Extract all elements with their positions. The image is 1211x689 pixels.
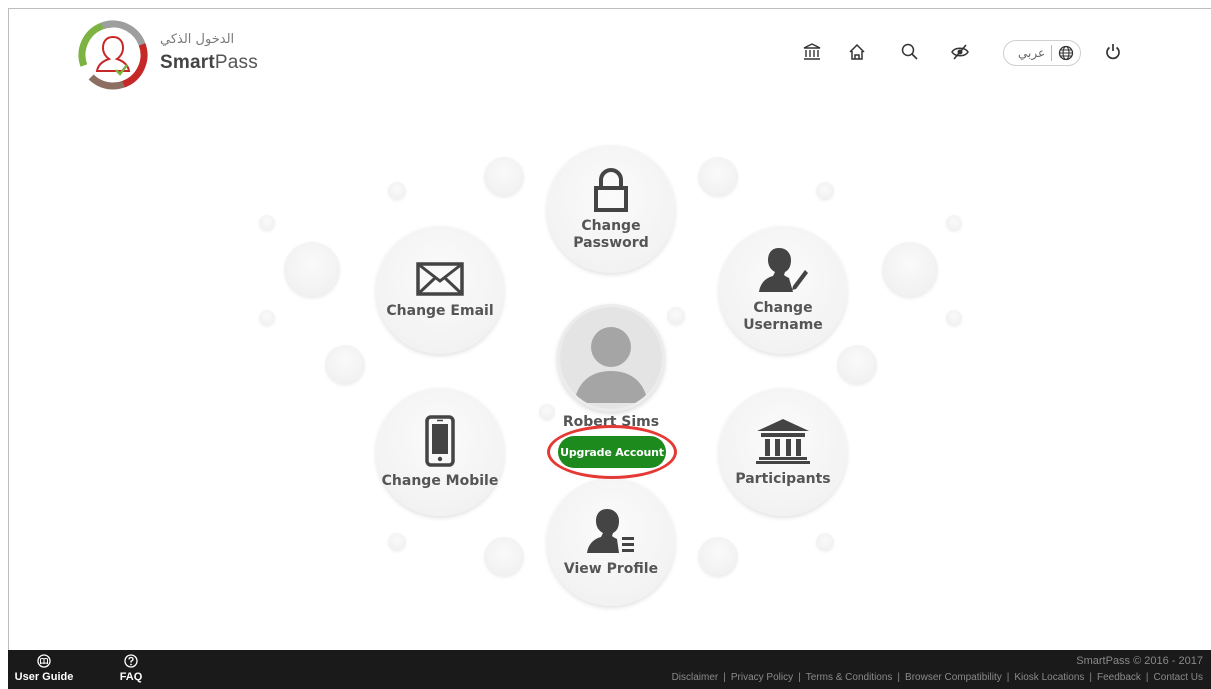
kiosk-locations-link[interactable]: Kiosk Locations: [1014, 672, 1084, 683]
brand-arabic-name: الدخول الذكي: [160, 32, 235, 47]
upgrade-account-button[interactable]: Upgrade Account: [558, 436, 666, 468]
change-email-button[interactable]: Change Email: [376, 226, 504, 354]
decorative-bubble: [816, 533, 834, 551]
default-avatar-icon: [560, 307, 662, 409]
search-icon[interactable]: [898, 40, 922, 64]
language-label: عربي: [1018, 46, 1046, 60]
change-password-button[interactable]: Change Password: [547, 145, 675, 273]
decorative-bubble: [388, 182, 406, 200]
envelope-icon: [416, 261, 464, 296]
smartpass-logo[interactable]: [78, 20, 148, 90]
footer-links: Disclaimer | Privacy Policy | Terms & Condit…: [672, 672, 1203, 683]
accessibility-eye-icon[interactable]: [948, 40, 972, 64]
decorative-bubble: [388, 533, 406, 551]
change-mobile-button[interactable]: Change Mobile: [376, 388, 504, 516]
browser-compatibility-link[interactable]: Browser Compatibility: [905, 672, 1002, 683]
change-username-label: Change Username: [743, 300, 823, 333]
globe-icon: [1058, 45, 1074, 61]
help-icon: [124, 654, 138, 668]
change-username-button[interactable]: Change Username: [719, 226, 847, 354]
user-guide-label: User Guide: [14, 671, 74, 683]
lock-icon: [594, 168, 628, 212]
user-edit-icon: [759, 248, 808, 292]
decorative-bubble: [484, 157, 524, 197]
decorative-bubble: [667, 307, 685, 325]
decorative-bubble: [484, 537, 524, 577]
change-password-label: Change Password: [573, 218, 649, 251]
link-separator: |: [798, 672, 801, 683]
decorative-bubble: [837, 345, 877, 385]
government-building-icon: [756, 418, 810, 464]
decorative-bubble: [698, 157, 738, 197]
link-separator: |: [723, 672, 726, 683]
disclaimer-link[interactable]: Disclaimer: [672, 672, 719, 683]
change-email-label: Change Email: [386, 302, 494, 319]
decorative-bubble: [698, 537, 738, 577]
mobile-phone-icon: [425, 414, 455, 467]
participants-button[interactable]: Participants: [719, 388, 847, 516]
feedback-link[interactable]: Feedback: [1097, 672, 1141, 683]
contact-us-link[interactable]: Contact Us: [1154, 672, 1203, 683]
link-separator: |: [897, 672, 901, 683]
view-profile-label: View Profile: [563, 560, 659, 577]
terms-conditions-link[interactable]: Terms & Conditions: [806, 672, 893, 683]
brand-name: SmartPass: [160, 52, 258, 73]
power-icon[interactable]: [1101, 40, 1125, 64]
book-icon: [37, 654, 51, 668]
copyright: SmartPass © 2016 - 2017: [1076, 655, 1203, 667]
language-toggle[interactable]: عربي: [1003, 40, 1081, 66]
view-profile-button[interactable]: View Profile: [547, 478, 675, 606]
decorative-bubble: [946, 215, 962, 231]
user-profile-icon: [587, 508, 634, 553]
decorative-bubble: [882, 242, 938, 298]
avatar[interactable]: [557, 304, 665, 412]
home-icon[interactable]: [845, 40, 869, 64]
change-mobile-label: Change Mobile: [381, 472, 499, 489]
link-separator: |: [1006, 672, 1010, 683]
decorative-bubble: [259, 310, 275, 326]
link-separator: |: [1089, 672, 1092, 683]
privacy-policy-link[interactable]: Privacy Policy: [731, 672, 793, 683]
faq-label: FAQ: [119, 671, 143, 683]
user-guide-link[interactable]: User Guide: [14, 654, 74, 683]
government-icon[interactable]: [800, 40, 824, 64]
footer: User Guide FAQ SmartPass © 2016 - 2017 D…: [8, 650, 1211, 689]
faq-link[interactable]: FAQ: [116, 654, 146, 683]
decorative-bubble: [259, 215, 275, 231]
link-separator: |: [1145, 672, 1149, 683]
decorative-bubble: [946, 310, 962, 326]
decorative-bubble: [816, 182, 834, 200]
decorative-bubble: [284, 242, 340, 298]
language-divider: [1051, 45, 1053, 61]
decorative-bubble: [325, 345, 365, 385]
participants-label: Participants: [735, 470, 831, 487]
